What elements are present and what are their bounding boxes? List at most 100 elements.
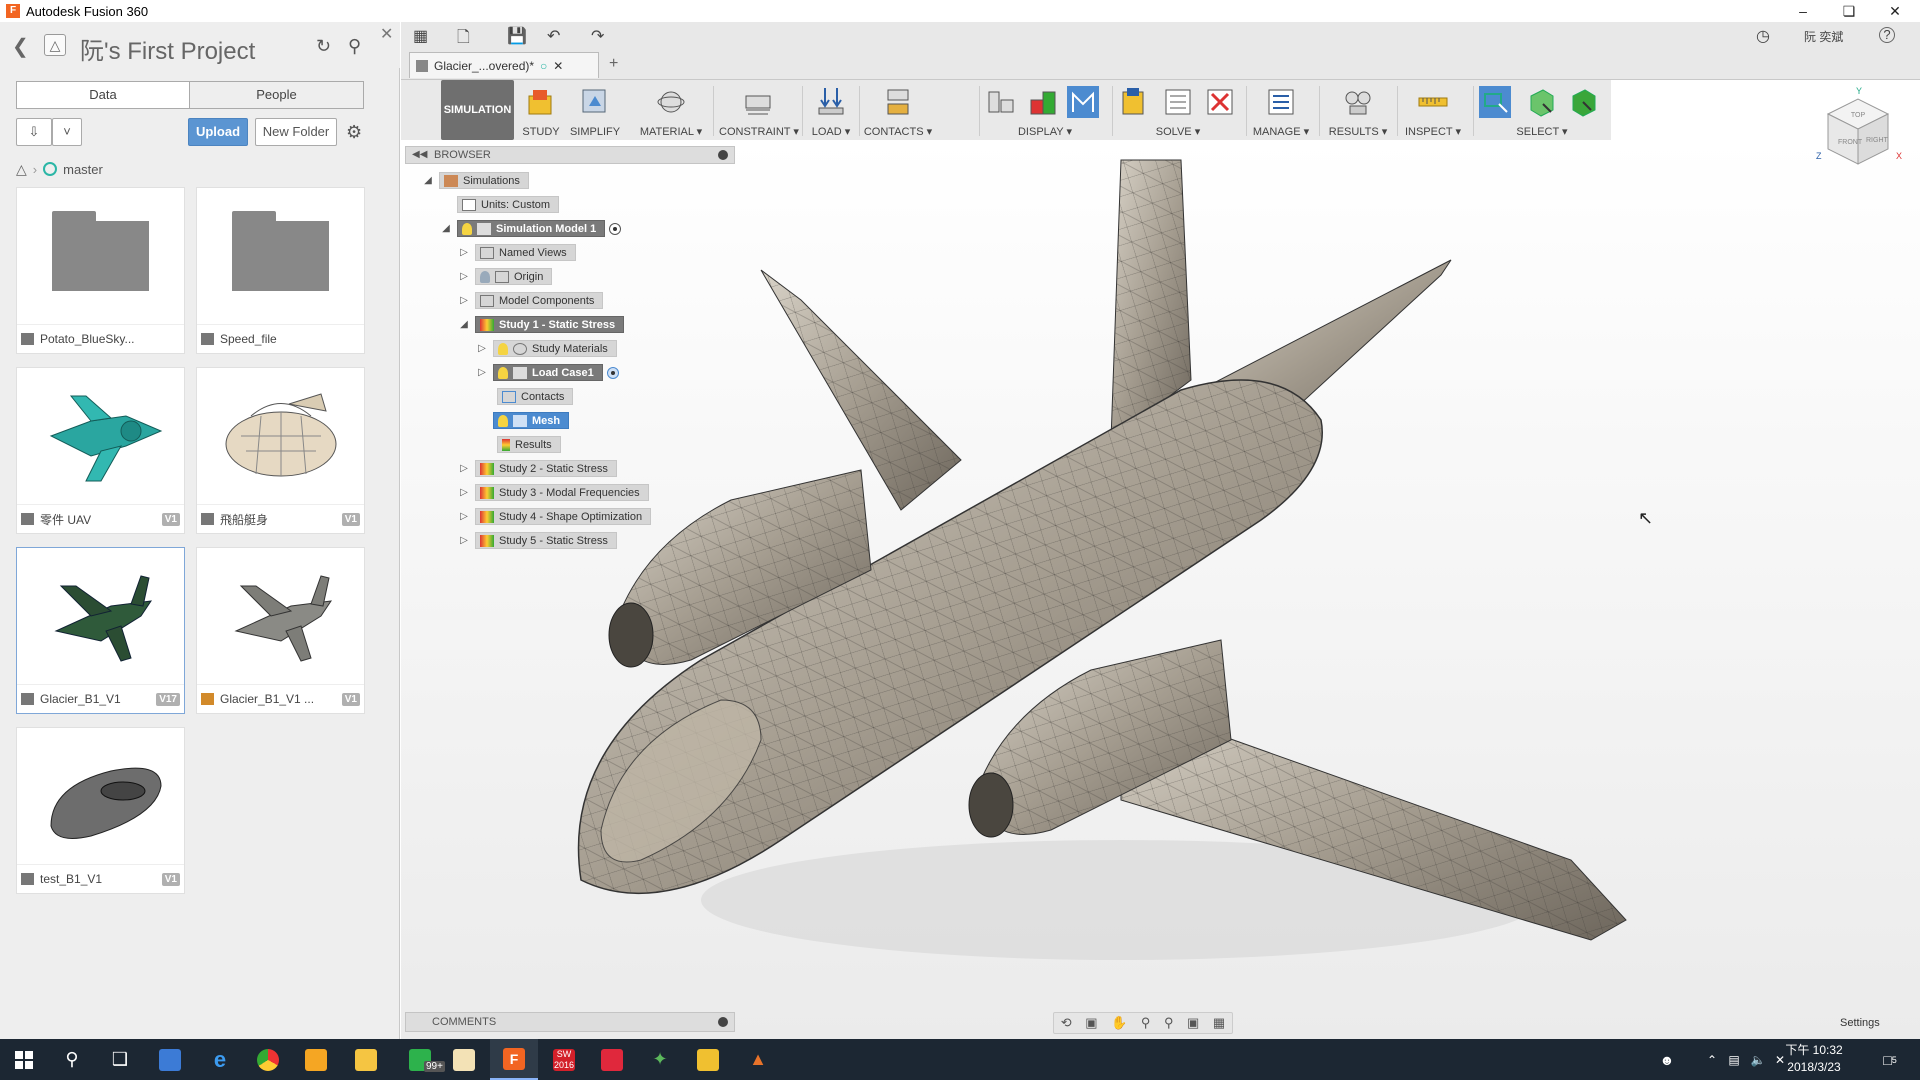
redo-icon[interactable]: ↷ (591, 26, 604, 46)
user-menu[interactable]: 阮 奕斌 (1804, 28, 1843, 45)
people-icon[interactable]: ☻ (1652, 1039, 1682, 1080)
display-group[interactable]: DISPLAY ▾ (983, 80, 1107, 140)
upload-button[interactable]: Upload (188, 118, 248, 146)
task-view-icon[interactable]: ❑ (96, 1039, 144, 1080)
close-panel-icon[interactable]: ✕ (380, 24, 393, 44)
dropdown-button[interactable]: ˅ (52, 118, 82, 146)
manage-group[interactable]: MANAGE ▾ (1251, 80, 1311, 140)
search-icon[interactable]: ⚲ (48, 1039, 96, 1080)
volume-icon[interactable]: 🔈 (1746, 1039, 1770, 1080)
project-icon[interactable]: △ (44, 34, 66, 56)
design-card[interactable]: 飛船艇身 V1 (196, 367, 365, 534)
tray-expand-icon[interactable]: ⌃ (1700, 1039, 1724, 1080)
tab-data[interactable]: Data (16, 81, 189, 109)
tree-node-units[interactable]: Units: Custom (457, 196, 560, 213)
folder-card[interactable]: Speed_file (196, 187, 365, 354)
contacts-group[interactable]: CONTACTS ▾ (863, 80, 933, 140)
line-app-icon[interactable]: 99+ (396, 1039, 445, 1080)
display-settings-icon[interactable]: ▣ (1187, 1015, 1199, 1031)
collapse-panel-icon[interactable]: ◀◀ (412, 147, 427, 163)
xmind-icon[interactable] (588, 1039, 636, 1080)
tree-node-study-5[interactable]: ▷ Study 5 - Static Stress (457, 532, 617, 549)
study-group[interactable]: STUDY (521, 80, 561, 140)
load-group[interactable]: LOAD ▾ (807, 80, 855, 140)
minimize-button[interactable]: – (1780, 0, 1826, 22)
results-group[interactable]: RESULTS ▾ (1326, 80, 1390, 140)
action-center-icon[interactable]: □ 5 (1870, 1039, 1910, 1080)
tree-node-study-1[interactable]: ◢ Study 1 - Static Stress (457, 316, 625, 333)
solve-group[interactable]: SOLVE ▾ (1116, 80, 1240, 140)
tab-people[interactable]: People (189, 81, 364, 109)
zoom-icon[interactable]: ⚲ (1141, 1015, 1151, 1031)
search-icon[interactable]: ⚲ (348, 36, 361, 57)
grid-menu-icon[interactable]: ▦ (413, 26, 428, 46)
restore-button[interactable]: ❏ (1826, 0, 1872, 22)
simplify-group[interactable]: SIMPLIFY (569, 80, 621, 140)
settings-link[interactable]: Settings (1840, 1017, 1880, 1029)
tree-node-results[interactable]: Results (497, 436, 561, 453)
constraint-group[interactable]: CONSTRAINT ▾ (719, 80, 799, 140)
tree-node-named-views[interactable]: ▷ Named Views (457, 244, 576, 261)
pin-icon[interactable] (718, 1017, 728, 1027)
browser-header[interactable]: ◀◀ BROWSER (405, 146, 735, 164)
material-group[interactable]: MATERIAL ▾ (636, 80, 706, 140)
document-tab[interactable]: Glacier_...overed)* ○ ✕ (409, 52, 599, 78)
new-folder-button[interactable]: New Folder (255, 118, 337, 146)
folder-card[interactable]: Potato_BlueSky... (16, 187, 185, 354)
activate-radio-icon[interactable] (606, 366, 619, 379)
tree-node-contacts[interactable]: Contacts (497, 388, 574, 405)
edge-icon[interactable]: e (196, 1039, 244, 1080)
app-icon[interactable] (440, 1039, 488, 1080)
vs-app-icon[interactable] (684, 1039, 732, 1080)
pin-icon[interactable] (718, 150, 728, 160)
store-icon[interactable] (146, 1039, 194, 1080)
file-icon[interactable]: 🗋 (457, 26, 470, 53)
tree-node-simulations[interactable]: ◢ Simulations (421, 172, 529, 189)
look-at-icon[interactable]: ▣ (1085, 1015, 1097, 1031)
fit-icon[interactable]: ⚲ (1164, 1015, 1174, 1031)
select-group[interactable]: SELECT ▾ (1479, 80, 1605, 140)
refresh-icon[interactable]: ↻ (316, 36, 331, 57)
solidworks-icon[interactable]: SW 2016 (540, 1039, 588, 1080)
matlab-icon[interactable]: ▲ (734, 1039, 782, 1080)
tree-node-origin[interactable]: ▷ Origin (457, 268, 553, 285)
download-button[interactable]: ⇩ (16, 118, 52, 146)
new-tab-icon[interactable]: + (609, 55, 618, 73)
hub-icon[interactable]: △ (16, 161, 27, 178)
back-icon[interactable]: ❮ (12, 34, 29, 59)
tree-node-model-components[interactable]: ▷ Model Components (457, 292, 604, 309)
design-card[interactable]: test_B1_V1 V1 (16, 727, 185, 894)
tree-node-study-4[interactable]: ▷ Study 4 - Shape Optimization (457, 508, 652, 525)
pan-icon[interactable]: ✋ (1111, 1015, 1127, 1031)
design-card[interactable]: 零件 UAV V1 (16, 367, 185, 534)
save-icon[interactable]: 💾 (507, 26, 527, 46)
design-card-selected[interactable]: Glacier_B1_V1 V17 (16, 547, 185, 714)
gear-icon[interactable]: ⚙ (346, 122, 362, 143)
viewcube[interactable]: TOP FRONT RIGHT Z Y X (1808, 84, 1908, 184)
comments-panel[interactable]: COMMENTS (405, 1012, 735, 1032)
history-icon[interactable]: ◷ (1756, 26, 1770, 46)
close-window-button[interactable]: ✕ (1872, 0, 1918, 22)
close-tab-icon[interactable]: ✕ (553, 59, 563, 73)
media-icon[interactable] (292, 1039, 340, 1080)
activate-radio-icon[interactable] (609, 222, 622, 235)
undo-icon[interactable]: ↶ (547, 26, 560, 46)
tree-node-mesh[interactable]: Mesh (493, 412, 570, 429)
orbit-icon[interactable]: ⟲ (1061, 1015, 1072, 1031)
network-icon[interactable]: ▤ (1722, 1039, 1746, 1080)
file-explorer-icon[interactable] (342, 1039, 390, 1080)
help-icon[interactable]: ? (1879, 27, 1895, 43)
inspect-group[interactable]: INSPECT ▾ (1404, 80, 1462, 140)
drawing-card[interactable]: Glacier_B1_V1 ... V1 (196, 547, 365, 714)
chrome-icon[interactable] (244, 1039, 292, 1080)
system-clock[interactable]: 下午 10:32 2018/3/23 (1784, 1042, 1844, 1076)
tree-node-study-3[interactable]: ▷ Study 3 - Modal Frequencies (457, 484, 649, 501)
grid-settings-icon[interactable]: ▦ (1213, 1015, 1225, 1031)
pinwheel-icon[interactable]: ✦ (636, 1039, 684, 1080)
branch-label[interactable]: master (63, 162, 103, 177)
tree-node-study-2[interactable]: ▷ Study 2 - Static Stress (457, 460, 617, 477)
tree-node-study-materials[interactable]: ▷ Study Materials (475, 340, 617, 357)
fusion-taskbar-icon[interactable]: F (490, 1039, 538, 1080)
start-button[interactable] (0, 1039, 48, 1080)
workspace-switcher[interactable]: SIMULATION ▾ (441, 80, 514, 176)
